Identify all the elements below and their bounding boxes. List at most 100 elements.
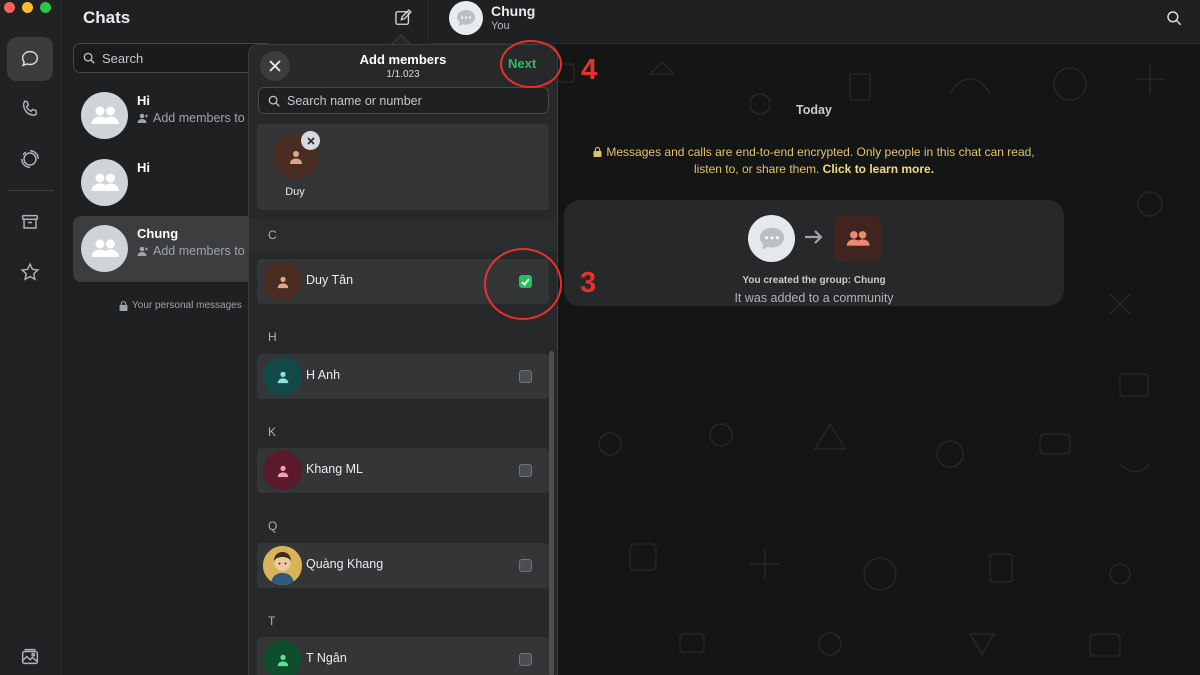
contact-checkbox[interactable] [519, 464, 532, 477]
section-header-h: H [268, 330, 277, 344]
contact-checkbox[interactable] [519, 653, 532, 666]
contact-name: Quàng Khang [306, 557, 384, 571]
chats-icon [21, 50, 39, 67]
chat-list-item[interactable]: Hi Add members to [73, 83, 273, 149]
rail-starred-button[interactable] [7, 250, 53, 294]
person-icon [289, 150, 302, 164]
person-icon [277, 276, 288, 288]
contact-name: H Anh [306, 368, 341, 382]
cartoon-portrait-icon [263, 546, 302, 585]
person-icon [277, 465, 288, 477]
community-avatar [834, 215, 881, 262]
window-controls [4, 2, 51, 13]
annotation-ring-checkbox [484, 248, 562, 320]
zoom-window-button[interactable] [40, 2, 51, 13]
date-divider: Today [796, 103, 832, 117]
archive-icon [21, 214, 39, 229]
search-icon [268, 95, 280, 107]
chats-search-placeholder: Search [102, 50, 144, 66]
person-icon [277, 654, 288, 666]
lock-icon [593, 147, 602, 157]
personal-messages-note: Your personal messages [119, 300, 242, 311]
rail-divider [8, 190, 54, 191]
section-header-c: C [249, 218, 557, 252]
section-header-k: K [268, 425, 277, 439]
contact-avatar [263, 262, 302, 301]
add-member-icon [137, 113, 148, 123]
search-icon[interactable] [1165, 9, 1183, 27]
conversation-avatar[interactable] [449, 1, 483, 35]
selected-members-area: Duy [257, 124, 549, 210]
member-search-input[interactable]: Search name or number [258, 87, 549, 114]
group-icon [91, 106, 119, 124]
chat-name: Hi [137, 93, 150, 108]
contact-row-t-ngan[interactable]: T Ngân [257, 637, 549, 675]
section-header-t: T [268, 614, 276, 628]
navigation-rail [0, 0, 62, 675]
remove-member-button[interactable] [301, 131, 320, 150]
arrow-right-icon [805, 230, 823, 244]
group-avatar [81, 225, 128, 272]
group-icon [91, 239, 119, 257]
lock-icon [119, 300, 128, 311]
chat-name: Chung [137, 226, 179, 241]
phone-icon [22, 100, 38, 116]
contact-avatar [263, 357, 302, 396]
contact-name: Duy Tân [306, 273, 354, 287]
chats-search-input[interactable]: Search [73, 43, 273, 73]
contact-row-khang-ml[interactable]: Khang ML [257, 448, 549, 493]
contact-photo-avatar [263, 546, 302, 585]
contact-row-h-anh[interactable]: H Anh [257, 354, 549, 399]
learn-more-link[interactable]: Click to learn more. [823, 162, 934, 176]
close-icon [269, 60, 281, 72]
contact-avatar [263, 640, 302, 675]
member-list-scrollbar[interactable] [549, 351, 554, 675]
close-button[interactable] [260, 51, 290, 81]
annotation-ring-next [500, 40, 562, 88]
contact-avatar [263, 451, 302, 490]
add-members-popover: Add members 1/1.023 Next Search name or … [248, 44, 558, 675]
group-avatar [81, 92, 128, 139]
media-icon [21, 648, 39, 665]
rail-media-button[interactable] [7, 635, 53, 675]
close-window-button[interactable] [4, 2, 15, 13]
status-icon [21, 150, 39, 168]
minimize-window-button[interactable] [22, 2, 33, 13]
conversation-subtitle: You [491, 20, 510, 32]
encryption-notice[interactable]: Messages and calls are end-to-end encryp… [580, 144, 1048, 178]
rail-chats-button[interactable] [7, 37, 53, 81]
close-icon [306, 136, 315, 145]
search-icon [83, 52, 95, 64]
community-icon [846, 230, 870, 246]
chat-list-item-selected[interactable]: Chung Add members to [73, 216, 273, 282]
compose-icon[interactable] [393, 8, 413, 28]
annotation-number-4: 4 [581, 54, 598, 86]
contact-name: Khang ML [306, 462, 363, 476]
contact-checkbox[interactable] [519, 370, 532, 383]
rail-archive-button[interactable] [7, 200, 53, 244]
group-icon [91, 173, 119, 191]
chats-title: Chats [83, 8, 131, 27]
group-avatar [81, 159, 128, 206]
member-search-placeholder: Search name or number [287, 93, 422, 108]
section-header-q: Q [268, 519, 278, 533]
chat-bubble-icon [457, 10, 475, 26]
add-member-icon [137, 246, 148, 256]
group-created-text: You created the group: Chung [742, 275, 886, 286]
star-icon [20, 262, 40, 281]
selected-member-name: Duy [285, 186, 305, 198]
chat-list-item[interactable]: Hi [73, 150, 273, 216]
contact-checkbox[interactable] [519, 559, 532, 572]
rail-status-button[interactable] [7, 137, 53, 181]
conversation-header[interactable]: Chung You [430, 0, 1200, 44]
encryption-text: Messages and calls are end-to-end encryp… [606, 145, 1035, 176]
group-chat-avatar [748, 215, 795, 262]
group-created-card: You created the group: Chung It was adde… [564, 200, 1064, 306]
chat-name: Hi [137, 160, 150, 175]
chat-bubble-icon [759, 227, 784, 250]
annotation-number-3: 3 [580, 267, 597, 299]
community-added-text: It was added to a community [734, 291, 894, 305]
contact-name: T Ngân [306, 651, 347, 665]
rail-calls-button[interactable] [7, 87, 53, 131]
contact-row-quang-khang[interactable]: Quàng Khang [257, 543, 549, 588]
